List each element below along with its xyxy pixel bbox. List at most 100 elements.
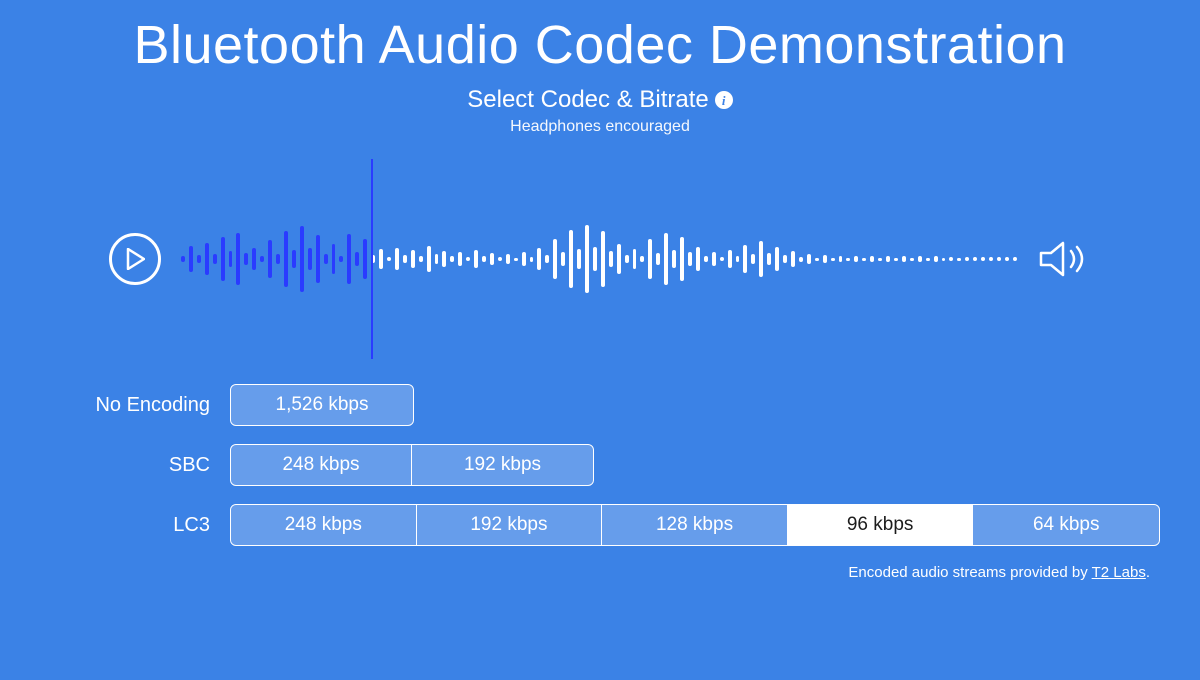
waveform-bar — [815, 258, 819, 261]
waveform-bar — [324, 254, 328, 264]
waveform-bar — [284, 231, 288, 287]
waveform-bar — [450, 256, 454, 262]
waveform-bar — [981, 257, 985, 261]
waveform-bar — [522, 252, 526, 266]
waveform-bar — [902, 256, 906, 262]
waveform-bar — [427, 246, 431, 272]
waveform-bar — [490, 253, 494, 265]
footer-suffix: . — [1146, 564, 1150, 581]
waveform-bar — [474, 250, 478, 268]
waveform-bar — [910, 258, 914, 261]
bitrate-option[interactable]: 192 kbps — [412, 445, 593, 485]
codec-row-label: SBC — [40, 444, 230, 486]
waveform-bar — [221, 237, 225, 281]
footer-link[interactable]: T2 Labs — [1092, 564, 1146, 581]
waveform-bar — [989, 257, 993, 261]
bitrate-option[interactable]: 192 kbps — [417, 505, 603, 545]
waveform-bar — [846, 258, 850, 261]
waveform-bar — [831, 258, 835, 261]
waveform-bar — [403, 255, 407, 263]
waveform-bar — [1013, 257, 1017, 261]
subtitle-row: Select Codec & Bitrate i — [467, 86, 732, 114]
waveform-bar — [229, 251, 233, 267]
waveform-bar — [767, 253, 771, 265]
bitrate-option[interactable]: 248 kbps — [231, 505, 417, 545]
waveform-bar — [949, 257, 953, 261]
waveform-bar — [617, 244, 621, 274]
waveform-bar — [743, 245, 747, 273]
waveform-bar — [205, 243, 209, 275]
waveform-bar — [918, 256, 922, 262]
waveform-bar — [640, 256, 644, 262]
waveform-bar — [213, 254, 217, 264]
waveform[interactable] — [179, 159, 1019, 359]
waveform-bar — [419, 256, 423, 262]
waveform-bar — [633, 249, 637, 269]
info-icon[interactable]: i — [715, 91, 733, 109]
waveform-bar — [854, 256, 858, 262]
waveform-bar — [260, 256, 264, 262]
waveform-bar — [870, 256, 874, 262]
waveform-bar — [973, 257, 977, 261]
waveform-bar — [704, 256, 708, 262]
waveform-bar — [332, 244, 336, 274]
subtitle-note: Headphones encouraged — [510, 118, 690, 136]
waveform-bar — [942, 258, 946, 261]
waveform-bar — [585, 225, 589, 293]
waveform-bar — [395, 248, 399, 270]
playhead-cursor[interactable] — [371, 159, 373, 359]
bitrate-option[interactable]: 248 kbps — [231, 445, 412, 485]
bitrate-strip: 1,526 kbps — [230, 384, 414, 426]
bitrate-strip: 248 kbps192 kbps128 kbps96 kbps64 kbps — [230, 504, 1160, 546]
waveform-bar — [720, 257, 724, 261]
waveform-bar — [553, 239, 557, 279]
codec-row: LC3248 kbps192 kbps128 kbps96 kbps64 kbp… — [40, 504, 1160, 546]
waveform-bar — [189, 246, 193, 272]
waveform-bar — [355, 252, 359, 266]
waveform-bar — [379, 249, 383, 269]
waveform-bar — [435, 254, 439, 264]
waveform-bar — [688, 252, 692, 266]
waveform-bar — [839, 256, 843, 262]
waveform-bar — [656, 253, 660, 265]
waveform-bar — [292, 250, 296, 268]
waveform-bar — [664, 233, 668, 285]
waveform-bar — [736, 256, 740, 262]
bitrate-option[interactable]: 1,526 kbps — [231, 385, 413, 425]
play-button[interactable] — [109, 233, 161, 285]
waveform-bar — [537, 248, 541, 270]
waveform-bar — [411, 250, 415, 268]
waveform-bar — [244, 253, 248, 265]
audio-player — [40, 144, 1160, 374]
bitrate-strip: 248 kbps192 kbps — [230, 444, 594, 486]
bitrate-option[interactable]: 96 kbps — [788, 505, 974, 545]
bitrate-option[interactable]: 64 kbps — [973, 505, 1159, 545]
waveform-bar — [442, 251, 446, 267]
waveform-bar — [252, 248, 256, 270]
attribution-footer: Encoded audio streams provided by T2 Lab… — [848, 564, 1160, 581]
waveform-bar — [569, 230, 573, 288]
volume-icon[interactable] — [1037, 237, 1091, 281]
waveform-bar — [696, 247, 700, 271]
waveform-bar — [672, 250, 676, 268]
waveform-bar — [680, 237, 684, 281]
footer-prefix: Encoded audio streams provided by — [848, 564, 1091, 581]
waveform-bar — [759, 241, 763, 277]
waveform-bar — [609, 251, 613, 267]
waveform-bar — [807, 254, 811, 264]
bitrate-option[interactable]: 128 kbps — [602, 505, 788, 545]
waveform-bar — [181, 256, 185, 262]
waveform-bar — [862, 258, 866, 261]
waveform-bar — [1005, 257, 1009, 261]
waveform-bar — [894, 258, 898, 261]
waveform-bar — [783, 255, 787, 263]
waveform-bar — [308, 248, 312, 270]
waveform-bar — [561, 252, 565, 266]
page-title: Bluetooth Audio Codec Demonstration — [133, 14, 1066, 76]
waveform-bar — [300, 226, 304, 292]
codec-row-label: LC3 — [40, 504, 230, 546]
waveform-bar — [466, 257, 470, 261]
waveform-bar — [363, 239, 367, 279]
waveform-bar — [577, 249, 581, 269]
subtitle-text: Select Codec & Bitrate — [467, 86, 708, 114]
